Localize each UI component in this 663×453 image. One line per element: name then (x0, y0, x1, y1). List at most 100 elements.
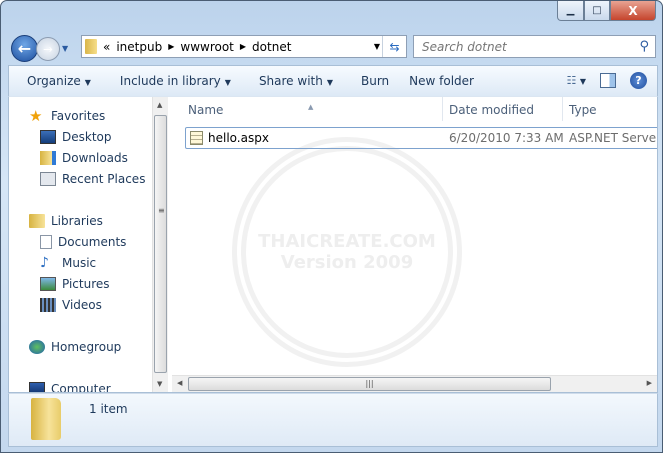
nav-desktop[interactable]: Desktop (40, 130, 112, 144)
search-box[interactable]: ⚲ (413, 35, 656, 58)
maximize-button[interactable]: □ (584, 1, 610, 21)
videos-icon (40, 298, 56, 312)
arrow-right-icon: → (43, 41, 53, 56)
minimize-button[interactable]: ▁ (557, 1, 584, 21)
new-folder-button[interactable]: New folder (399, 74, 484, 88)
share-label: Share with (258, 74, 323, 88)
include-label: Include in library (119, 74, 221, 88)
downloads-icon (40, 151, 56, 165)
sort-ascending-icon: ▲ (308, 103, 314, 111)
nav-label: Libraries (51, 214, 103, 228)
grip-icon: ≡ (158, 206, 165, 215)
breadcrumb-separator-icon[interactable]: ▶ (240, 42, 246, 51)
organize-button[interactable]: Organize ▼ (9, 74, 101, 88)
chevron-down-icon: ▼ (579, 77, 586, 86)
nav-homegroup[interactable]: Homegroup (29, 340, 121, 354)
desktop-icon (40, 130, 56, 144)
nav-computer[interactable]: Computer (29, 382, 111, 392)
recent-pages-dropdown[interactable]: ▼ (62, 44, 68, 53)
item-count: 1 item (89, 402, 128, 416)
nav-documents[interactable]: Documents (40, 235, 126, 249)
column-date-modified[interactable]: Date modified (449, 103, 534, 117)
breadcrumb-separator-icon[interactable]: ▶ (168, 42, 174, 51)
nav-label: Homegroup (51, 340, 122, 354)
nav-pictures[interactable]: Pictures (40, 277, 110, 291)
nav-label: Recent Places (62, 172, 146, 186)
file-list: THAICREATE.COM Version 2009 ▲ Name Date m… (172, 97, 657, 392)
command-bar: Organize ▼ Include in library ▼ Share with… (8, 65, 658, 96)
scroll-left-icon[interactable]: ◀ (177, 379, 182, 387)
nav-vertical-scrollbar[interactable]: ▲ ≡ ▼ (152, 97, 168, 392)
back-button[interactable]: ← (11, 35, 38, 62)
scroll-up-icon[interactable]: ▲ (157, 101, 162, 109)
explorer-window: ▁ □ X ← → ▼ « inetpub ▶ wwwroot ▶ dotnet… (0, 0, 663, 453)
nav-favorites[interactable]: ★ Favorites (29, 107, 105, 125)
file-date: 6/20/2010 7:33 AM (449, 131, 564, 145)
chevron-down-icon: ▼ (84, 78, 91, 87)
breadcrumb-inetpub[interactable]: inetpub (116, 40, 162, 54)
pictures-icon (40, 277, 56, 291)
aspx-file-icon (190, 131, 203, 145)
chevron-down-icon: ▼ (224, 78, 231, 87)
nav-label: Downloads (62, 151, 128, 165)
file-type: ASP.NET Server Page (569, 131, 657, 145)
organize-label: Organize (27, 74, 81, 88)
nav-downloads[interactable]: Downloads (40, 151, 128, 165)
nav-label: Documents (58, 235, 127, 249)
nav-label: Computer (51, 382, 111, 392)
refresh-button[interactable]: ⇆ (382, 36, 406, 57)
share-with-button[interactable]: Share with ▼ (241, 74, 343, 88)
caption-buttons: ▁ □ X (557, 1, 656, 21)
view-options-button[interactable]: ☷ ▼ (566, 74, 586, 87)
scroll-down-icon[interactable]: ▼ (157, 380, 162, 388)
folder-icon (31, 398, 61, 440)
help-button[interactable]: ? (630, 72, 647, 89)
scrollbar-thumb[interactable]: ||| (188, 377, 551, 391)
column-divider[interactable] (442, 97, 443, 121)
nav-label: Videos (62, 298, 102, 312)
nav-label: Music (62, 256, 97, 270)
column-name[interactable]: Name (188, 103, 223, 117)
horizontal-scrollbar[interactable]: ◀ ||| ▶ (172, 375, 657, 392)
column-divider[interactable] (562, 97, 563, 121)
watermark-logo: THAICREATE.COM Version 2009 (232, 137, 462, 367)
homegroup-icon (29, 340, 45, 354)
preview-pane-button[interactable] (600, 73, 616, 88)
breadcrumb-overflow[interactable]: « (103, 40, 110, 54)
search-input[interactable] (422, 39, 632, 54)
breadcrumb-wwwroot[interactable]: wwwroot (180, 40, 234, 54)
folder-icon (85, 39, 97, 54)
documents-icon (40, 235, 52, 249)
nav-recent-places[interactable]: Recent Places (40, 172, 145, 186)
nav-label: Pictures (62, 277, 110, 291)
navigation-buttons: ← → ▼ (11, 35, 68, 62)
music-icon: ♪ (40, 255, 49, 271)
column-type[interactable]: Type (569, 103, 597, 117)
nav-videos[interactable]: Videos (40, 298, 102, 312)
search-icon[interactable]: ⚲ (639, 39, 649, 54)
navigation-pane: ★ Favorites Desktop Downloads Recent Plac… (9, 97, 152, 392)
scroll-right-icon[interactable]: ▶ (647, 379, 652, 387)
details-pane: 1 item (8, 393, 658, 447)
close-button[interactable]: X (610, 1, 656, 21)
file-name: hello.aspx (208, 131, 269, 145)
burn-button[interactable]: Burn (343, 74, 399, 88)
content-area: ★ Favorites Desktop Downloads Recent Plac… (8, 96, 658, 393)
libraries-icon (29, 214, 45, 228)
include-in-library-button[interactable]: Include in library ▼ (101, 74, 241, 88)
scrollbar-thumb[interactable]: ≡ (154, 115, 167, 373)
file-row[interactable]: hello.aspx 6/20/2010 7:33 AM ASP.NET Ser… (185, 127, 657, 149)
refresh-icon: ⇆ (389, 39, 400, 54)
address-bar[interactable]: « inetpub ▶ wwwroot ▶ dotnet ▼ ⇆ (81, 35, 407, 58)
computer-icon (29, 382, 45, 392)
star-icon: ★ (29, 107, 43, 125)
nav-label: Desktop (62, 130, 112, 144)
breadcrumb-dotnet[interactable]: dotnet (252, 40, 291, 54)
nav-libraries[interactable]: Libraries (29, 214, 103, 228)
recent-places-icon (40, 172, 56, 186)
column-headers: ▲ Name Date modified Type (172, 97, 657, 123)
address-dropdown-icon[interactable]: ▼ (374, 42, 380, 51)
forward-button[interactable]: → (36, 36, 60, 61)
nav-music[interactable]: ♪ Music (40, 256, 96, 270)
arrow-left-icon: ← (17, 39, 32, 58)
